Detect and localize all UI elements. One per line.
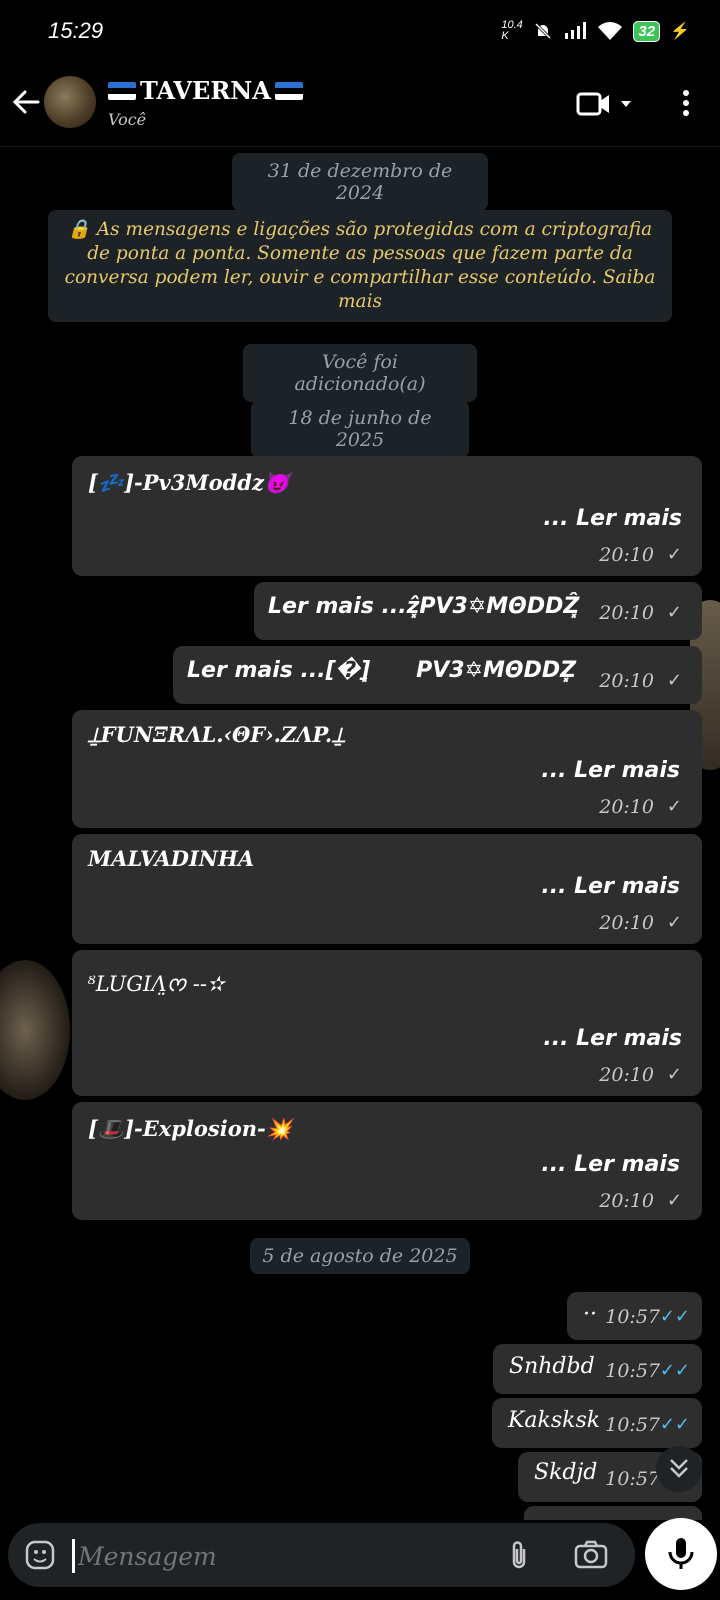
chat-header: TAVERNA Você <box>0 66 720 147</box>
video-call-icon[interactable] <box>576 88 638 120</box>
single-check-icon: ✓ <box>666 1064 682 1085</box>
encryption-notice[interactable]: 🔒 As mensagens e ligações são protegidas… <box>48 210 672 322</box>
message-time: 20:10 <box>599 670 654 692</box>
chat-title[interactable]: TAVERNA <box>108 76 303 105</box>
added-notice: Você foi adicionado(a) <box>243 344 477 402</box>
double-check-icon: ✓✓ <box>659 1414 690 1435</box>
message-text: ᴽLUGIΛ̤ᰔ --✫ <box>88 972 225 996</box>
flag-icon <box>108 81 136 100</box>
message-time: 20:10 <box>599 602 654 624</box>
message-time: 20:10 <box>599 1064 654 1086</box>
flag-icon <box>274 81 303 100</box>
chat-title-text: TAVERNA <box>140 76 271 105</box>
message-time: 10:57 <box>605 1468 660 1490</box>
double-check-icon: ✓✓ <box>659 1360 690 1381</box>
message-text: Snhdbd <box>509 1354 595 1379</box>
scroll-down-button[interactable] <box>656 1446 702 1492</box>
net-speed: 10.4 K <box>501 19 523 42</box>
message-time: 20:10 <box>599 544 654 566</box>
message-text: ⍊FUNΞRΛL.‹ΘF›.ZΛP.⍊ <box>88 722 345 747</box>
message-bubble[interactable]: ·· 10:57 ✓✓ <box>567 1292 702 1340</box>
read-more-link[interactable]: ... Ler mais <box>543 1026 682 1051</box>
message-time: 20:10 <box>599 912 654 934</box>
cursor <box>72 1539 75 1573</box>
message-text: [💤]-Pv3Moddz😈 <box>88 470 291 495</box>
message-time: 10:57 <box>605 1414 660 1436</box>
battery-level: 32 <box>633 20 661 42</box>
single-check-icon: ✓ <box>666 1190 682 1211</box>
message-text: [🎩]-Explosion-💥 <box>88 1116 292 1141</box>
message-time: 10:57 <box>605 1360 660 1382</box>
message-bubble[interactable]: ᴽLUGIΛ̤ᰔ --✫ ... Ler mais 20:10 ✓ <box>72 950 702 1096</box>
message-bubble[interactable]: ⍊FUNΞRΛL.‹ΘF›.ZΛP.⍊ ... Ler mais 20:10 ✓ <box>72 710 702 828</box>
chat-subtitle: Você <box>108 110 147 129</box>
voice-record-button[interactable] <box>645 1518 717 1590</box>
date-separator: 5 de agosto de 2025 <box>250 1238 470 1274</box>
message-text: ·· <box>583 1302 597 1327</box>
read-more-link[interactable]: ... Ler mais <box>541 1152 680 1177</box>
message-input[interactable] <box>76 1533 480 1579</box>
single-check-icon: ✓ <box>666 544 682 565</box>
message-bubble[interactable]: [🎩]-Explosion-💥 ... Ler mais 20:10 ✓ <box>72 1102 702 1220</box>
charging-icon: ⚡ <box>670 23 690 40</box>
message-composer <box>8 1523 635 1587</box>
message-text: Kaksksk <box>508 1408 601 1433</box>
message-bubble[interactable]: MALVADINHA ... Ler mais 20:10 ✓ <box>72 834 702 944</box>
message-time: 20:10 <box>599 796 654 818</box>
mute-bell-icon <box>535 22 552 40</box>
double-check-icon: ✓✓ <box>659 1306 690 1327</box>
message-bubble[interactable]: Snhdbd 10:57 ✓✓ <box>493 1344 702 1394</box>
message-text: Ler mais ...[�]͓ PV3✡MΘDDZ͓ <box>187 658 577 683</box>
message-time: 10:57 <box>605 1306 660 1328</box>
signal-icon <box>565 22 587 39</box>
read-more-link[interactable]: ... Ler mais <box>543 506 682 531</box>
message-text: Skdjd <box>534 1460 598 1485</box>
single-check-icon: ✓ <box>666 602 682 623</box>
wifi-icon <box>598 22 623 40</box>
wallpaper-fragment <box>0 960 70 1100</box>
status-bar: 15:29 10.4 K 32 ⚡ <box>0 0 720 66</box>
message-text: Ler mais ...ẑ͓PV3✡MΘDDẐ͓ <box>268 594 580 619</box>
message-time: 20:10 <box>599 1190 654 1212</box>
single-check-icon: ✓ <box>666 912 682 933</box>
single-check-icon: ✓ <box>666 796 682 817</box>
double-chevron-down-icon <box>670 1459 688 1478</box>
sticker-icon[interactable] <box>24 1539 56 1571</box>
message-bubble[interactable]: Kaksksk 10:57 ✓✓ <box>492 1398 702 1448</box>
more-options-icon[interactable] <box>676 88 696 120</box>
message-bubble[interactable]: [💤]-Pv3Moddz😈 ... Ler mais 20:10 ✓ <box>72 456 702 576</box>
message-bubble[interactable]: Ler mais ...ẑ͓PV3✡MΘDDẐ͓ 20:10 ✓ <box>254 582 702 640</box>
group-avatar[interactable] <box>44 76 96 128</box>
status-time: 15:29 <box>48 18 104 43</box>
date-separator: 18 de junho de 2025 <box>251 400 469 458</box>
camera-icon[interactable] <box>574 1539 608 1569</box>
message-bubble[interactable]: Ler mais ...[�]͓ PV3✡MΘDDZ͓ 20:10 ✓ <box>173 646 702 704</box>
single-check-icon: ✓ <box>666 670 682 691</box>
date-separator: 31 de dezembro de 2024 <box>232 153 488 211</box>
paperclip-icon[interactable] <box>506 1539 532 1571</box>
message-text: MALVADINHA <box>88 846 255 871</box>
status-icons: 10.4 K 32 ⚡ <box>501 20 690 42</box>
back-arrow-icon[interactable] <box>8 84 44 120</box>
microphone-icon <box>668 1538 694 1569</box>
read-more-link[interactable]: ... Ler mais <box>541 758 680 783</box>
read-more-link[interactable]: ... Ler mais <box>541 874 680 899</box>
